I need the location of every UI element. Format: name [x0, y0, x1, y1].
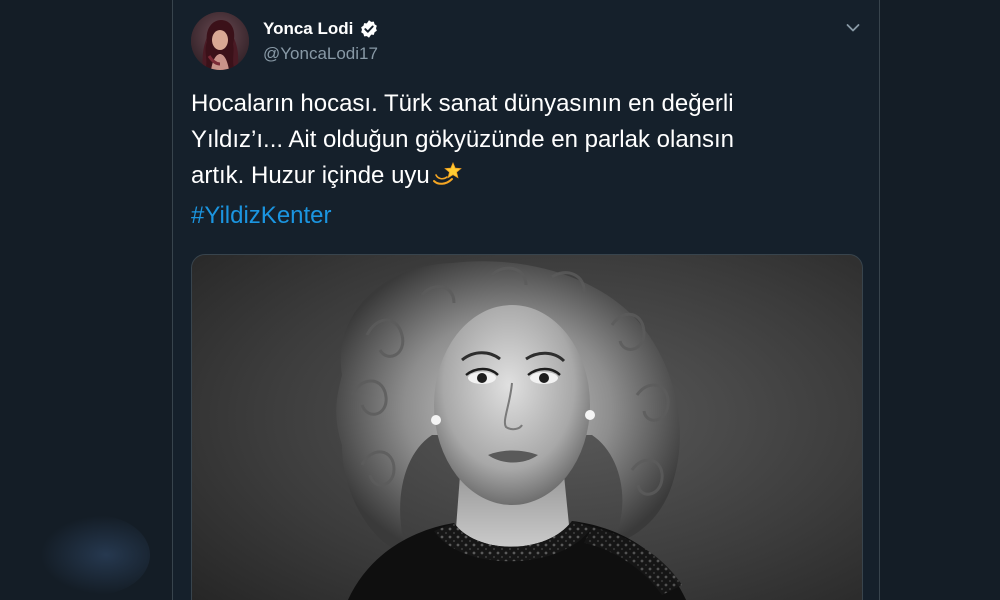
tweet-photo[interactable] [191, 254, 863, 600]
chevron-down-icon[interactable] [843, 18, 863, 38]
author-name[interactable]: Yonca Lodi [263, 19, 353, 39]
tweet-text: Hocaların hocası. Türk sanat dünyasının … [191, 86, 851, 234]
background-glow [40, 515, 150, 595]
tweet-text-line: artık. Huzur içinde uyu [191, 162, 430, 189]
tweet-card: Yonca Lodi @YoncaLodi17 Hocaların hocası… [172, 0, 880, 600]
author-name-row[interactable]: Yonca Lodi [263, 19, 379, 39]
dizzy-star-emoji-icon [432, 161, 462, 198]
avatar[interactable] [191, 12, 249, 70]
hashtag-link[interactable]: #YildizKenter [191, 198, 851, 234]
tweet-text-line-last: artık. Huzur içinde uyu [191, 158, 851, 198]
tweet-text-line: Hocaların hocası. Türk sanat dünyasının … [191, 90, 734, 117]
tweet-text-line: Yıldız’ı... Ait olduğun gökyüzünde en pa… [191, 126, 735, 153]
page: Yonca Lodi @YoncaLodi17 Hocaların hocası… [0, 0, 1000, 600]
verified-badge-icon [359, 19, 379, 39]
author-handle[interactable]: @YoncaLodi17 [263, 44, 378, 64]
